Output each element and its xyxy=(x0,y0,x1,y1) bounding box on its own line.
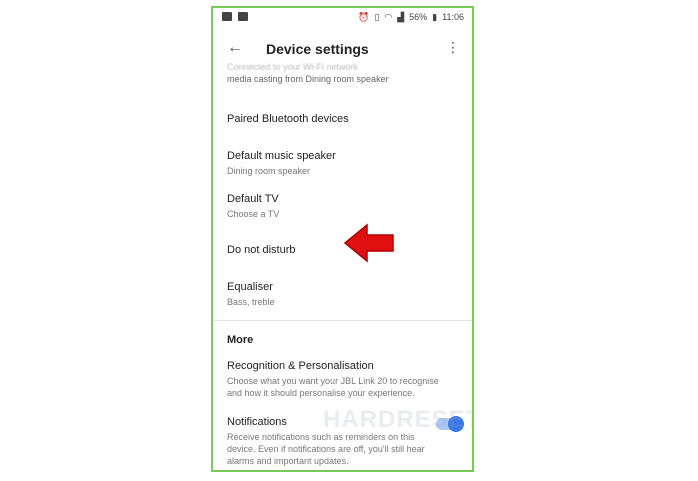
list-item-title: Recognition & Personalisation xyxy=(227,360,374,372)
list-item-paired-bluetooth[interactable]: Paired Bluetooth devices xyxy=(227,113,457,125)
list-item-title: Paired Bluetooth devices xyxy=(227,113,349,125)
alarm-icon: ⏰ xyxy=(358,12,370,22)
section-title-more: More xyxy=(227,334,254,346)
list-item-subtitle: Choose a TV xyxy=(227,209,280,219)
overflow-menu-icon[interactable]: ⋮ xyxy=(446,40,460,54)
clock: 11:06 xyxy=(442,12,464,22)
signal-icon: ▟ xyxy=(397,12,405,22)
vibrate-icon: ▯ xyxy=(374,12,380,22)
watermark: HARDRESET xyxy=(323,406,474,433)
status-bar: ⏰ ▯ ◠ ▟ 56% ▮ 11:06 xyxy=(213,8,472,28)
list-item-title: Do not disturb xyxy=(227,244,296,256)
battery-icon: ▮ xyxy=(432,12,438,22)
battery-percent: 56% xyxy=(409,12,428,22)
wifi-icon: ◠ xyxy=(384,12,393,22)
page-title: Device settings xyxy=(266,41,369,57)
message-notification-icon xyxy=(238,12,248,21)
list-item-title: Equaliser xyxy=(227,281,273,293)
list-item-recognition-personalisation[interactable]: Recognition & Personalisation Choose wha… xyxy=(227,360,452,399)
status-left-icons xyxy=(222,12,248,21)
list-item-title: Default music speaker xyxy=(227,150,336,162)
status-right-icons: ⏰ ▯ ◠ ▟ 56% ▮ 11:06 xyxy=(358,11,464,23)
list-item-do-not-disturb[interactable]: Do not disturb xyxy=(227,244,457,256)
list-item-subtitle: Receive notifications such as reminders … xyxy=(227,432,425,466)
list-item-default-music-speaker[interactable]: Default music speaker Dining room speake… xyxy=(227,150,457,177)
back-arrow-icon[interactable]: ← xyxy=(227,40,243,56)
list-item-subtitle: Choose what you want your JBL Link 20 to… xyxy=(227,376,439,398)
gallery-notification-icon xyxy=(222,12,232,21)
list-item-subtitle: Dining room speaker xyxy=(227,166,311,176)
list-item-default-tv[interactable]: Default TV Choose a TV xyxy=(227,193,457,220)
list-item-title: Default TV xyxy=(227,193,279,205)
partial-text-line-1: Connected to your Wi-Fi network xyxy=(227,62,359,72)
list-item-subtitle: Bass, treble xyxy=(227,297,275,307)
red-arrow-annotation-icon xyxy=(343,223,394,263)
partial-text-line-2: media casting from Dining room speaker xyxy=(227,74,389,84)
section-divider xyxy=(213,320,472,321)
list-item-equaliser[interactable]: Equaliser Bass, treble xyxy=(227,281,457,308)
